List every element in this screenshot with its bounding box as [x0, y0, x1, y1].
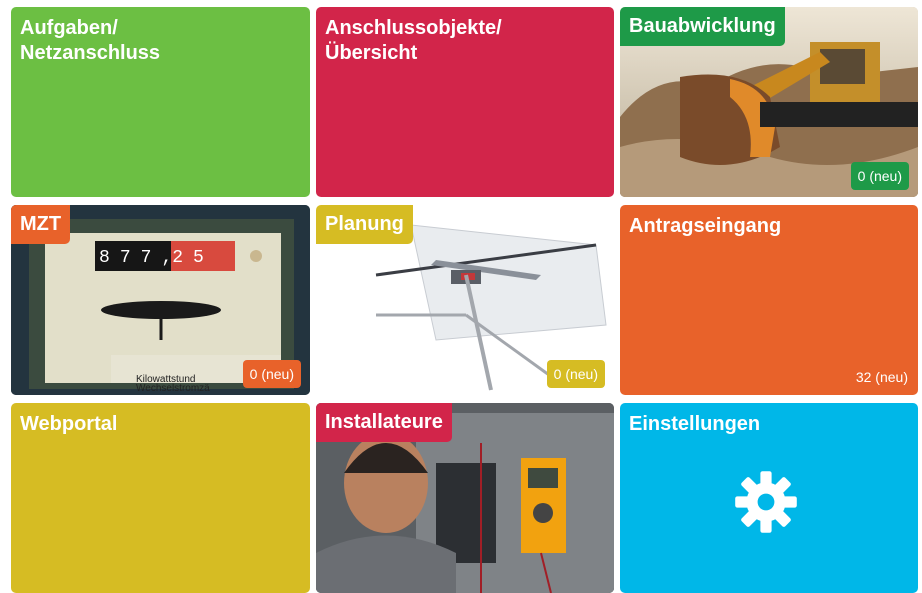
tile-anschlussobjekte-uebersicht[interactable]: Anschlussobjekte/ Übersicht	[316, 7, 614, 197]
tile-einstellungen[interactable]: Einstellungen	[620, 403, 918, 593]
gear-icon	[735, 471, 797, 533]
meter-digit: 7	[140, 248, 152, 268]
tile-title: Antragseingang	[629, 215, 782, 237]
meter-digits: 8 7 7 ,2 5	[99, 248, 204, 268]
meter-label-line: Wechselstromzä	[136, 383, 210, 394]
tile-planung[interactable]: Planung 0 (neu)	[316, 205, 614, 395]
tile-title: Webportal	[20, 413, 118, 435]
new-count-badge: 0 (neu)	[242, 360, 301, 388]
new-count: 32 (neu)	[855, 369, 908, 385]
meter-digit: 8	[99, 248, 110, 268]
tile-antragseingang[interactable]: Antragseingang 32 (neu)	[620, 205, 918, 395]
new-count-badge: 0 (neu)	[546, 360, 605, 388]
tile-aufgaben-netzanschluss[interactable]: Aufgaben/ Netzanschluss	[11, 7, 310, 197]
tile-title: MZT	[11, 205, 71, 244]
new-count-badge: 0 (neu)	[850, 162, 909, 190]
tile-title: Aufgaben/ Netzanschluss	[20, 16, 160, 66]
tile-title: Einstellungen	[629, 413, 761, 435]
tile-title: Installateure	[316, 403, 452, 442]
tile-bauabwicklung[interactable]: Bauabwicklung 0 (neu)	[620, 7, 918, 197]
tile-title-line: Übersicht	[325, 42, 418, 64]
tile-title-line: Anschlussobjekte/	[325, 17, 502, 39]
tile-webportal[interactable]: Webportal	[11, 403, 310, 593]
tile-title: Bauabwicklung	[620, 7, 785, 46]
meter-digit: ,2	[161, 248, 184, 268]
tile-installateure[interactable]: Installateure	[316, 403, 614, 593]
meter-digit: 5	[193, 248, 204, 268]
tile-title: Planung	[316, 205, 413, 244]
meter-digit: 7	[119, 248, 131, 268]
tile-title: Anschlussobjekte/ Übersicht	[325, 16, 502, 66]
tile-title-line: Netzanschluss	[20, 42, 161, 64]
tile-mzt[interactable]: 8 7 7 ,2 5 Kilowattstund Wechselstromzä …	[11, 205, 310, 395]
tile-title-line: Aufgaben/	[20, 17, 118, 39]
meter-label: Kilowattstund Wechselstromzä	[136, 375, 210, 394]
